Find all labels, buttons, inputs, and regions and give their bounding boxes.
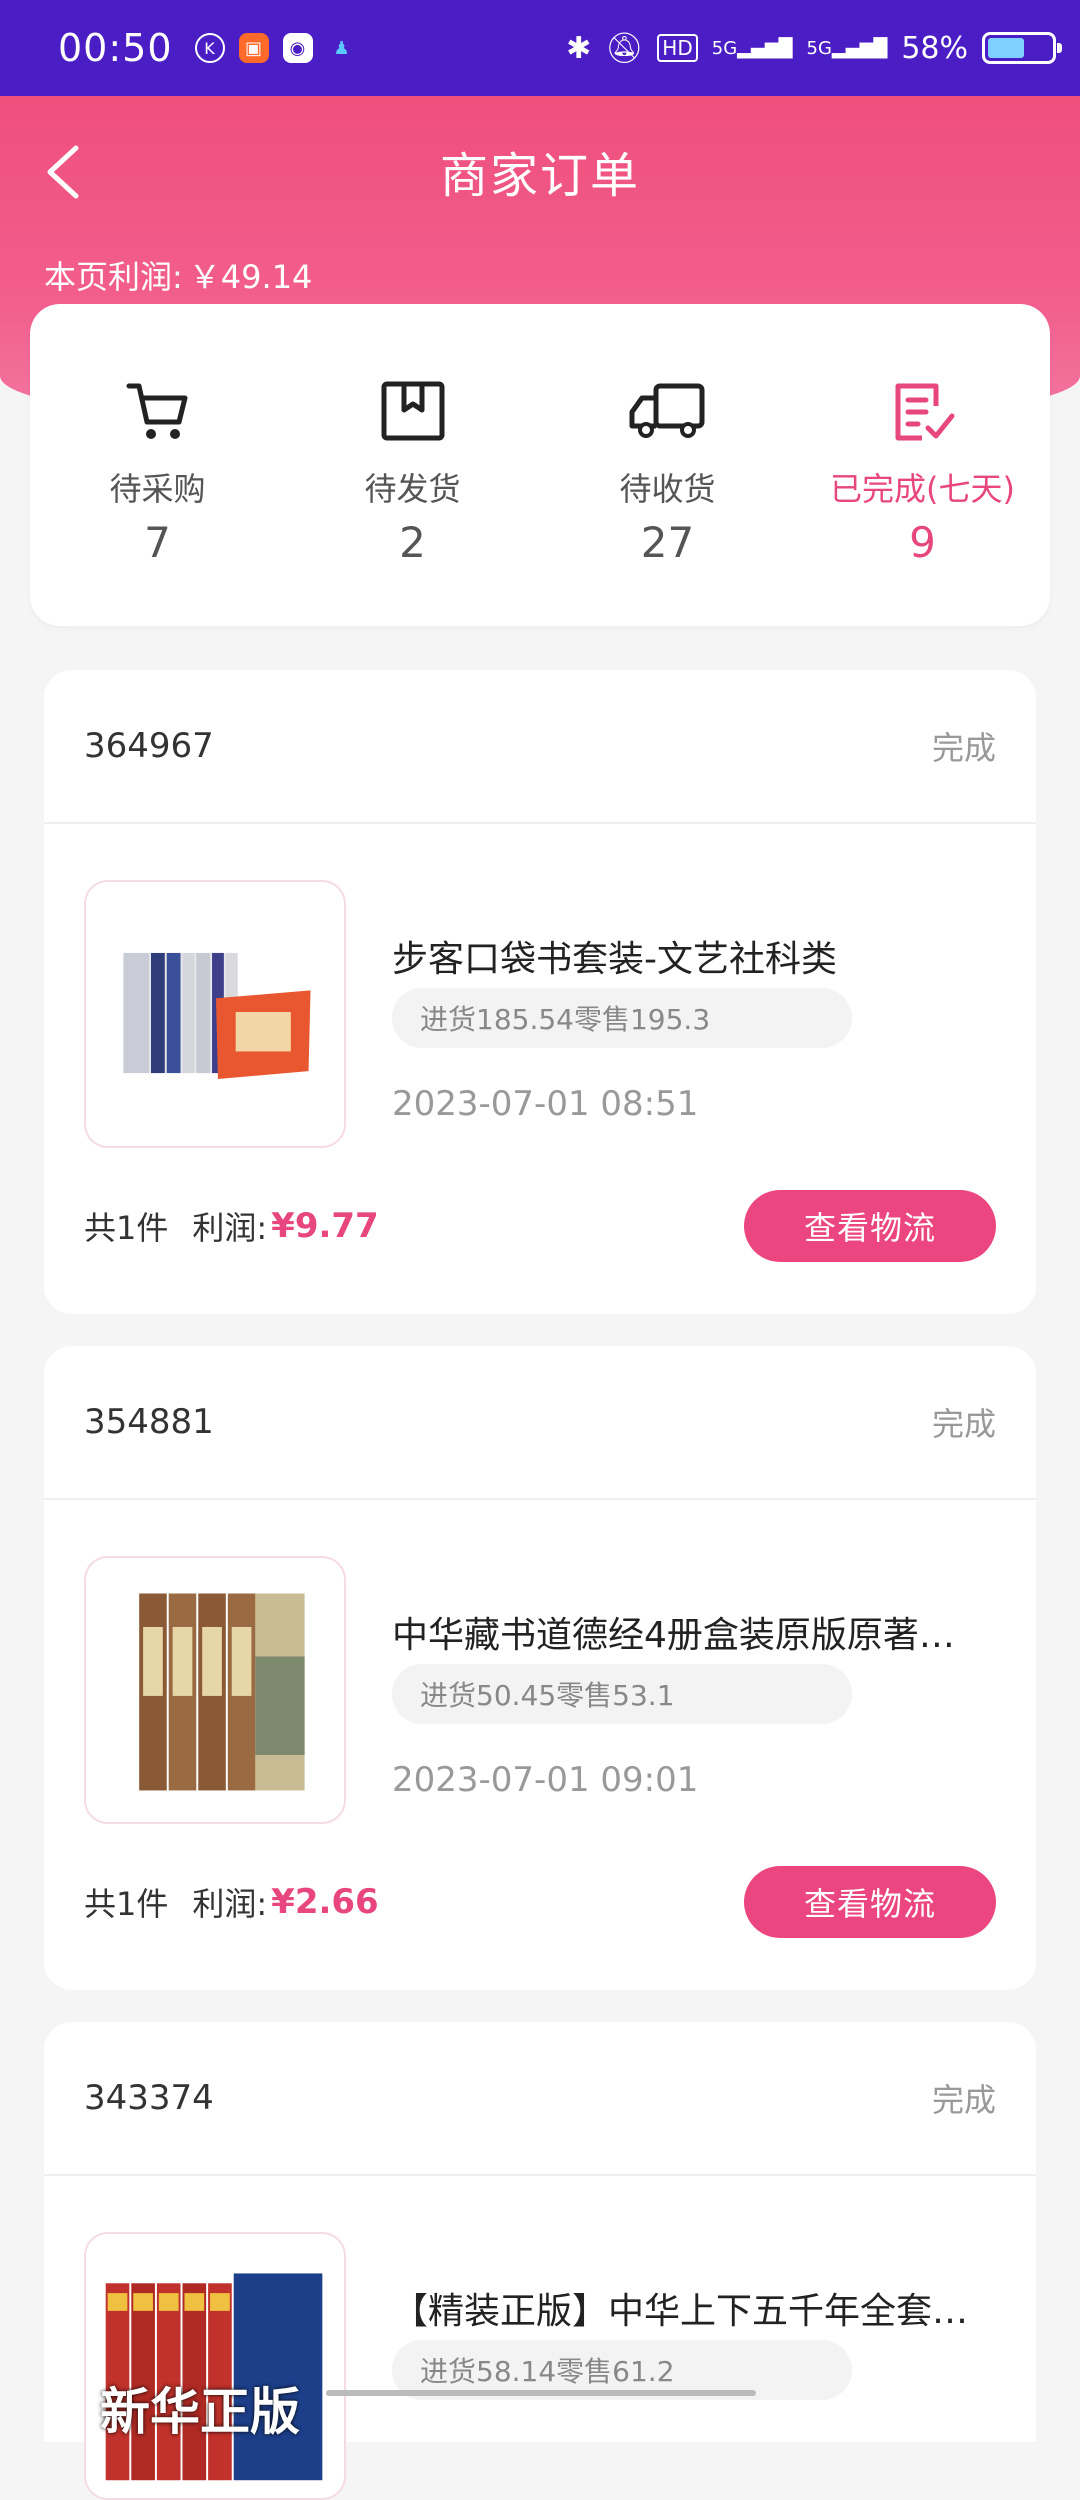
home-indicator[interactable] xyxy=(326,2390,756,2396)
app-notification-icon: ▣ xyxy=(238,33,269,63)
price-info: 进货185.54零售195.3 xyxy=(392,988,852,1048)
order-id: 364967 xyxy=(84,726,214,766)
product-thumbnail[interactable]: 新华正版 xyxy=(84,2232,346,2500)
order-id: 343374 xyxy=(84,2078,214,2118)
item-count: 共1件 xyxy=(84,1209,169,1247)
order-status: 完成 xyxy=(931,2081,996,2119)
order-id: 354881 xyxy=(84,1402,214,1442)
stat-count: 2 xyxy=(399,518,426,567)
order-time: 2023-07-01 08:51 xyxy=(392,1084,699,1124)
book-set-image xyxy=(86,1558,344,1822)
product-name: 中华藏书道德经4册盒装原版原著… xyxy=(392,1615,955,1656)
view-logistics-button[interactable]: 查看物流 xyxy=(744,1190,996,1262)
book-set-image xyxy=(86,882,344,1146)
signal-icon-1: 5G▂▄▆█ xyxy=(711,37,793,59)
stat-label: 待采购 xyxy=(109,470,206,508)
signal-icon-2: 5G▂▄▆█ xyxy=(806,37,888,59)
order-header: 343374 完成 xyxy=(44,2022,1036,2176)
stat-pending-shipment[interactable]: 待发货 2 xyxy=(298,376,528,567)
order-status-summary: 待采购 7 待发货 2 待收货 27 已完成(七天) 9 xyxy=(30,304,1050,626)
battery-icon xyxy=(982,32,1062,64)
network-type: 5G xyxy=(711,37,738,59)
status-time: 00:50 xyxy=(58,26,173,70)
stat-pending-receipt[interactable]: 待收货 27 xyxy=(553,376,783,567)
stat-count: 7 xyxy=(144,518,171,567)
order-card[interactable]: 343374 完成 新华正版 【精装正版】中华上下五千年全套… 进货58.14零… xyxy=(44,2022,1036,2500)
product-thumbnail[interactable] xyxy=(84,1556,346,1824)
order-card[interactable]: 354881 完成 中华藏书道德经4册盒装原版原著… 进货50.45零售53.1… xyxy=(44,1346,1036,1990)
battery-level xyxy=(988,38,1024,58)
bluetooth-icon: ✱ xyxy=(566,30,592,66)
book-set-image xyxy=(86,2234,344,2498)
product-name: 【精装正版】中华上下五千年全套… xyxy=(392,2291,969,2332)
thumbnail-badge-text: 新华正版 xyxy=(100,2383,300,2441)
price-info: 进货50.45零售53.1 xyxy=(392,1664,852,1724)
product-thumbnail[interactable] xyxy=(84,880,346,1148)
status-bar: 00:50 K ▣ ◉ ♟ ✱ 🔕︎ HD 5G▂▄▆█ 5G▂▄▆█ 58% xyxy=(0,0,1080,96)
cart-icon xyxy=(126,383,187,439)
order-footer: 共1件 利润: ¥2.66 查看物流 xyxy=(84,1866,996,1938)
mute-icon: 🔕︎ xyxy=(605,30,644,66)
chat-app-icon: ◉ xyxy=(282,33,313,63)
order-header: 364967 完成 xyxy=(44,670,1036,824)
order-time: 2023-07-01 09:01 xyxy=(392,1760,699,1800)
k-app-icon: K xyxy=(194,33,225,63)
back-arrow-icon[interactable] xyxy=(40,142,100,202)
nav-bar: 商家订单 xyxy=(0,96,1080,246)
profit-value: ¥9.77 xyxy=(271,1206,379,1246)
stat-count: 9 xyxy=(909,518,936,567)
stat-pending-purchase[interactable]: 待采购 7 xyxy=(43,376,273,567)
qq-icon: ♟ xyxy=(333,37,350,59)
order-footer: 共1件 利润: ¥9.77 查看物流 xyxy=(84,1190,996,1262)
truck-icon xyxy=(629,383,704,438)
order-status: 完成 xyxy=(931,1405,996,1443)
profit-value: ¥2.66 xyxy=(271,1882,379,1922)
box-icon xyxy=(381,381,444,441)
page-profit-label: 本页利润: xyxy=(44,258,183,296)
battery-percent: 58% xyxy=(901,30,968,66)
page-title: 商家订单 xyxy=(439,148,640,204)
profit-label: 利润: xyxy=(192,1209,268,1247)
product-name: 步客口袋书套装-文艺社科类 xyxy=(392,939,837,980)
profit-label: 利润: xyxy=(192,1885,268,1923)
order-header: 354881 完成 xyxy=(44,1346,1036,1500)
stat-label: 待发货 xyxy=(364,470,461,508)
system-indicators: ✱ 🔕︎ HD 5G▂▄▆█ 5G▂▄▆█ 58% xyxy=(566,30,1062,66)
order-card[interactable]: 364967 完成 步客口袋书套装-文艺社科类 进货185.54零售195.3 … xyxy=(44,670,1036,1314)
stat-count: 27 xyxy=(640,518,695,567)
view-logistics-button[interactable]: 查看物流 xyxy=(744,1866,996,1938)
page-profit-value: ￥49.14 xyxy=(188,258,313,296)
page-profit: 本页利润: ￥49.14 xyxy=(44,252,312,298)
checklist-icon xyxy=(895,383,954,441)
hd-icon: HD xyxy=(657,34,698,62)
stat-label: 待收货 xyxy=(619,470,716,508)
item-count: 共1件 xyxy=(84,1885,169,1923)
order-status: 完成 xyxy=(931,729,996,767)
notification-icons: K ▣ ◉ ♟ xyxy=(194,33,357,63)
stat-label: 已完成(七天) xyxy=(830,470,1015,508)
stat-completed[interactable]: 已完成(七天) 9 xyxy=(808,376,1038,567)
